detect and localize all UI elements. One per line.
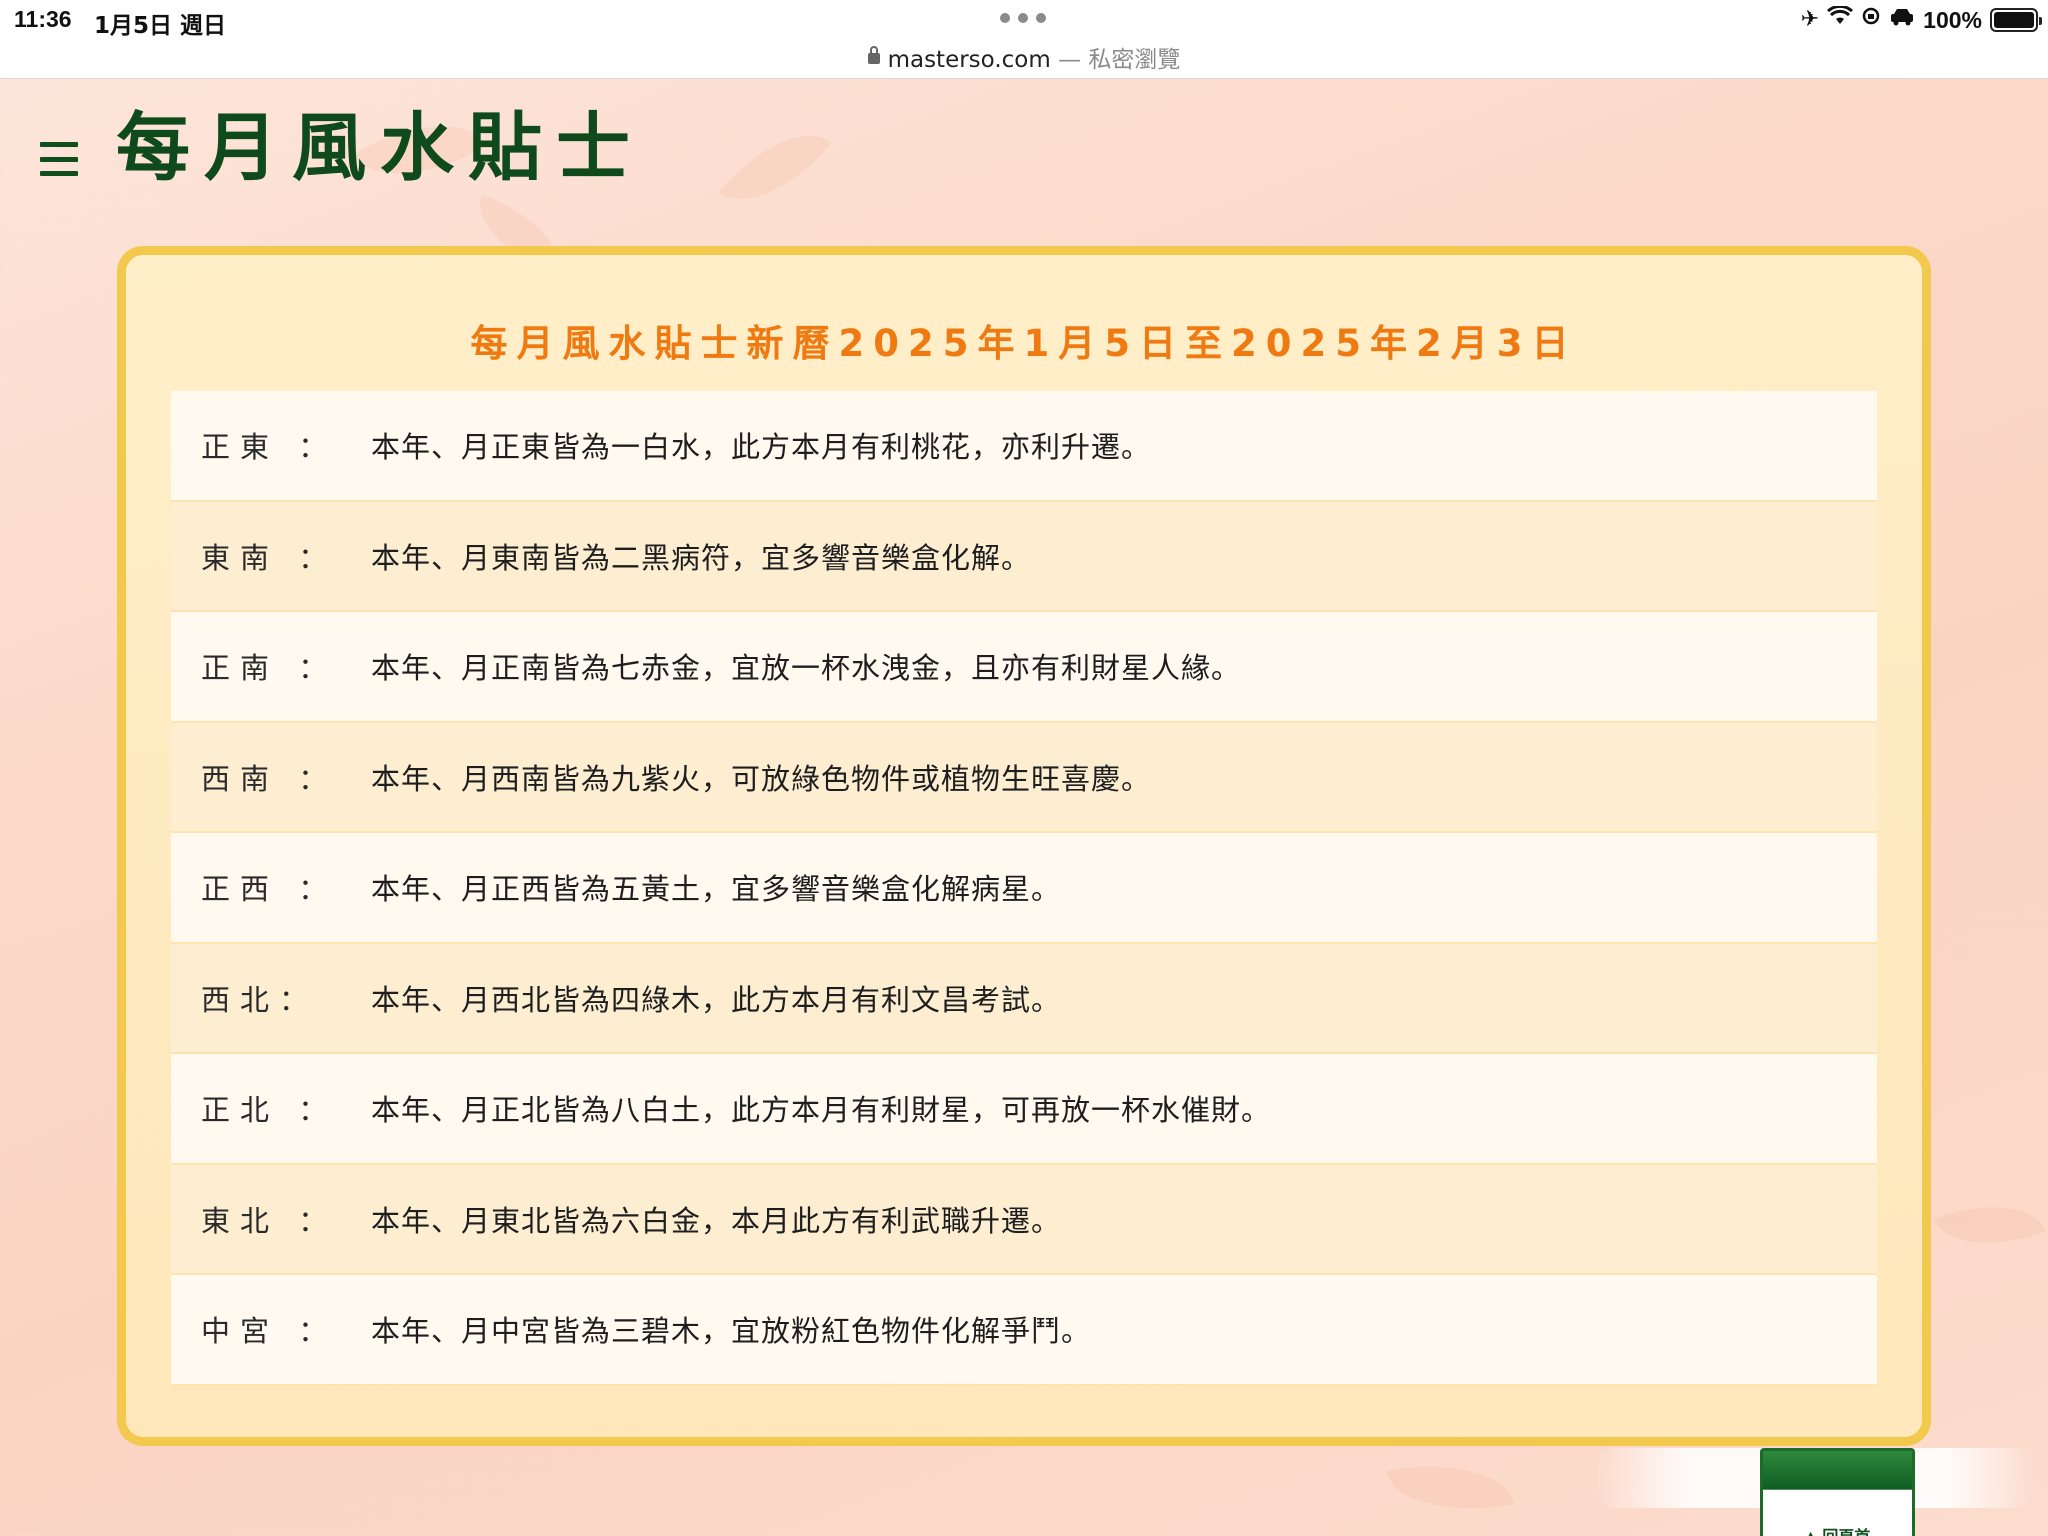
table-row: 正東 ： 本年、月正東皆為一白水，此方本月有利桃花，亦利升遷。 — [171, 391, 1877, 502]
url-domain: masterso.com — [887, 47, 1051, 73]
table-row: 東北 ： 本年、月東北皆為六白金，本月此方有利武職升遷。 — [171, 1164, 1877, 1275]
direction-label: 正東 ： — [201, 430, 338, 465]
status-date: 1月5日 週日 — [94, 13, 227, 39]
menu-icon[interactable] — [40, 142, 78, 176]
lock-icon — [867, 46, 880, 64]
back-to-top-label: ▲ 回頁首 — [1763, 1523, 1912, 1536]
table-row: 正南 ： 本年、月正南皆為七赤金，宜放一杯水洩金，且亦有利財星人緣。 — [171, 612, 1877, 723]
decorative-leaf — [718, 107, 832, 228]
tip-text: 本年、月正北皆為八白土，此方本月有利財星，可再放一杯水催財。 — [371, 1093, 1272, 1128]
direction-label: 正北 ： — [201, 1093, 338, 1128]
wifi-icon — [1827, 4, 1854, 34]
tip-text: 本年、月東北皆為六白金，本月此方有利武職升遷。 — [371, 1203, 1062, 1238]
table-row: 中宮 ： 本年、月中宮皆為三碧木，宜放粉紅色物件化解爭鬥。 — [171, 1275, 1877, 1386]
battery-icon — [1990, 8, 2042, 32]
direction-label: 正南 ： — [201, 651, 338, 686]
tip-text: 本年、月正東皆為一白水，此方本月有利桃花，亦利升遷。 — [371, 430, 1152, 465]
tip-text: 本年、月西北皆為四綠木，此方本月有利文昌考試。 — [371, 982, 1062, 1017]
direction-label: 正西 ： — [201, 872, 338, 907]
more-dots-icon[interactable] — [1000, 12, 1046, 24]
table-row: 正北 ： 本年、月正北皆為八白土，此方本月有利財星，可再放一杯水催財。 — [171, 1054, 1877, 1165]
tip-text: 本年、月正南皆為七赤金，宜放一杯水洩金，且亦有利財星人緣。 — [371, 651, 1242, 686]
direction-label: 東北 ： — [201, 1203, 338, 1238]
airplane-icon: ✈ — [1800, 7, 1820, 32]
direction-label: 東南 ： — [201, 540, 338, 575]
table-row: 東南 ： 本年、月東南皆為二黑病符，宜多響音樂盒化解。 — [171, 501, 1877, 612]
tip-text: 本年、月正西皆為五黃土，宜多響音樂盒化解病星。 — [371, 872, 1062, 907]
tips-table: 正東 ： 本年、月正東皆為一白水，此方本月有利桃花，亦利升遷。 東南 ： 本年、… — [171, 391, 1877, 1386]
tip-text: 本年、月東南皆為二黑病符，宜多響音樂盒化解。 — [371, 540, 1032, 575]
page-title: 每月風水貼士 — [116, 105, 644, 191]
status-bar: 11:36 1月5日 週日 ✈ 100% masterso.com — 私密瀏覽 — [0, 0, 2048, 79]
tip-text: 本年、月中宮皆為三碧木，宜放粉紅色物件化解爭鬥。 — [371, 1314, 1092, 1349]
car-icon — [1889, 6, 1915, 34]
back-to-top-button[interactable]: ▲ 回頁首 — [1760, 1448, 1915, 1536]
tip-text: 本年、月西南皆為九紫火，可放綠色物件或植物生旺喜慶。 — [371, 761, 1152, 796]
table-row: 西北： 本年、月西北皆為四綠木，此方本月有利文昌考試。 — [171, 943, 1877, 1054]
battery-percent: 100% — [1923, 6, 1982, 33]
fengshui-tips-card: 每月風水貼士新曆2025年1月5日至2025年2月3日 正東 ： 本年、月正東皆… — [117, 246, 1931, 1446]
table-row: 正西 ： 本年、月正西皆為五黃土，宜多響音樂盒化解病星。 — [171, 833, 1877, 944]
direction-label: 西南 ： — [201, 761, 338, 796]
status-indicators: ✈ 100% — [1800, 4, 2042, 35]
table-row: 西南 ： 本年、月西南皆為九紫火，可放綠色物件或植物生旺喜慶。 — [171, 722, 1877, 833]
direction-label: 西北： — [201, 982, 319, 1017]
decorative-leaf — [1386, 1449, 1514, 1526]
direction-label: 中宮 ： — [201, 1314, 338, 1349]
card-title: 每月風水貼士新曆2025年1月5日至2025年2月3日 — [470, 322, 1578, 365]
address-bar[interactable]: masterso.com — 私密瀏覽 — [0, 40, 2048, 74]
decorative-leaf — [1934, 1184, 2046, 1266]
orientation-lock-icon — [1861, 6, 1881, 34]
status-time: 11:36 — [14, 6, 72, 32]
private-browsing-label: — 私密瀏覽 — [1050, 47, 1181, 73]
